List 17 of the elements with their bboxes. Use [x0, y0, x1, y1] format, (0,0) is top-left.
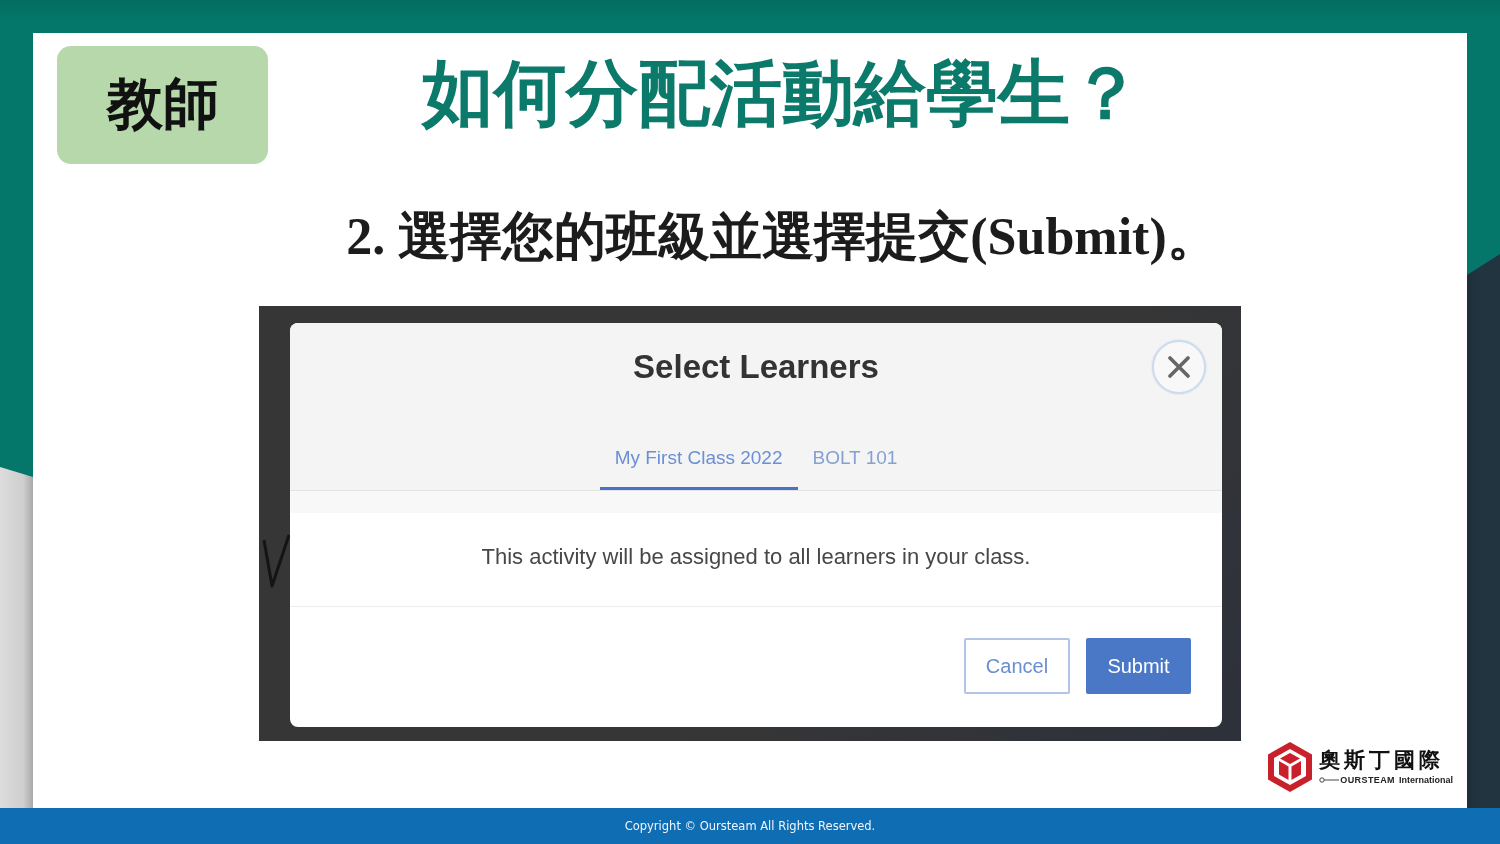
close-icon	[1168, 356, 1190, 378]
assignment-message: This activity will be assigned to all learners in your class.	[481, 543, 1031, 570]
close-button[interactable]	[1152, 340, 1206, 394]
role-badge: 教師	[57, 46, 268, 164]
hexagon-cube-icon	[1268, 742, 1313, 792]
cancel-button[interactable]: Cancel	[964, 638, 1070, 694]
logo-name: 奧斯丁國際	[1319, 748, 1446, 773]
logo-tagline: International	[1399, 774, 1453, 786]
submit-button[interactable]: Submit	[1086, 638, 1191, 694]
dialog-title: Select Learners	[633, 347, 879, 387]
logo-brand: OURSTEAM	[1340, 774, 1395, 786]
step-instruction: 2. 選擇您的班級並選擇提交(Submit)。	[345, 208, 1220, 266]
slide-title: 如何分配活動給學生？	[422, 50, 1142, 137]
class-tab[interactable]: BOLT 101	[797, 436, 913, 490]
connector-line-icon	[1319, 777, 1340, 783]
check-mark-icon	[262, 532, 290, 590]
copyright-text: Copyright © Oursteam All Rights Reserved.	[624, 819, 876, 833]
